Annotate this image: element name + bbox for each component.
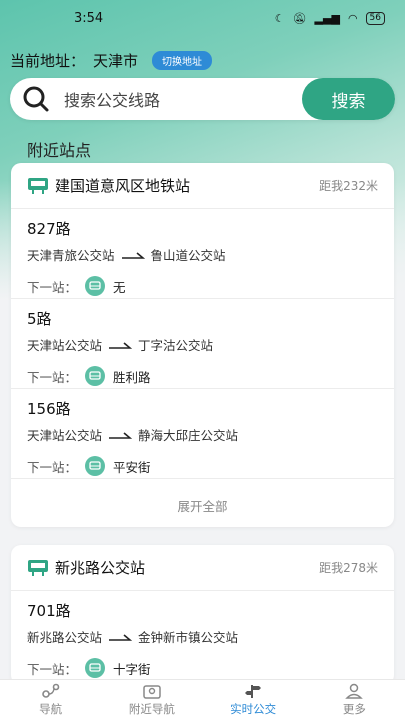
next-stop-row: 下一站： 无 <box>27 276 378 296</box>
search-icon <box>23 86 49 112</box>
next-stop-label: 下一站： <box>27 459 78 475</box>
moon-icon: ☾ <box>274 11 285 25</box>
mute-icon: 🔕︎ <box>292 11 307 25</box>
next-stop-label: 下一站： <box>27 661 78 677</box>
route-path: 新兆路公交站 金钟新市镇公交站 <box>27 627 378 646</box>
tab-label: 更多 <box>342 702 366 716</box>
route-path: 天津青旅公交站 鲁山道公交站 <box>27 245 378 264</box>
address-city: 天津市 <box>93 52 139 70</box>
section-title: 附近站点 <box>27 141 92 160</box>
signal-icon: ▂▄▆ <box>314 11 340 25</box>
station-card[interactable]: 建国道意风区地铁站 距我232米 827路 天津青旅公交站 鲁山道公交站 下一站… <box>11 163 394 527</box>
status-bar: 3:54 ☾ 🔕︎ ▂▄▆ ◠ 56 <box>0 0 405 36</box>
route-to: 鲁山道公交站 <box>150 248 226 263</box>
person-icon <box>345 683 364 699</box>
next-stop-name: 十字街 <box>113 661 151 677</box>
tab-navigation[interactable]: 导航 <box>0 680 101 720</box>
station-header[interactable]: 建国道意风区地铁站 距我232米 <box>11 163 394 209</box>
arrow-right-icon <box>109 633 133 641</box>
station-distance: 距我232米 <box>319 179 378 193</box>
route-item[interactable]: 827路 天津青旅公交站 鲁山道公交站 下一站： 无 <box>11 209 394 299</box>
next-stop-row: 下一站： 十字街 <box>27 658 378 678</box>
next-stop-name: 无 <box>113 279 126 295</box>
bus-icon <box>85 658 106 678</box>
arrow-right-icon <box>121 251 145 259</box>
battery-icon: 56 <box>365 11 385 25</box>
sign-post-icon <box>245 685 262 698</box>
route-icon <box>41 683 59 698</box>
search-input[interactable]: 搜索公交线路 <box>64 87 302 111</box>
expand-all-button[interactable]: 展开全部 <box>11 479 394 527</box>
tab-label: 附近导航 <box>128 702 175 716</box>
next-stop-label: 下一站： <box>27 279 78 295</box>
route-name: 701路 <box>27 602 71 620</box>
next-stop-row: 下一站： 胜利路 <box>27 366 378 386</box>
route-name: 827路 <box>27 220 71 238</box>
next-stop-label: 下一站： <box>27 369 78 385</box>
station-header[interactable]: 新兆路公交站 距我278米 <box>11 545 394 591</box>
bottom-tab-bar: 导航 附近导航 实时公交 更多 <box>0 679 405 720</box>
route-path: 天津站公交站 静海大邱庄公交站 <box>27 425 378 444</box>
route-name: 156路 <box>27 400 71 418</box>
route-from: 天津站公交站 <box>27 338 103 353</box>
station-name: 新兆路公交站 <box>55 559 146 577</box>
current-address: 当前地址： 天津市 切换地址 <box>10 50 213 71</box>
tab-label: 导航 <box>39 702 63 716</box>
search-button[interactable]: 搜索 <box>302 78 395 120</box>
arrow-right-icon <box>109 431 133 439</box>
switch-address-button[interactable]: 切换地址 <box>152 51 213 70</box>
tab-nearby-navigation[interactable]: 附近导航 <box>101 680 202 720</box>
route-item[interactable]: 701路 新兆路公交站 金钟新市镇公交站 下一站： 十字街 <box>11 591 394 681</box>
route-from: 新兆路公交站 <box>27 630 103 645</box>
route-name: 5路 <box>27 310 52 328</box>
route-from: 天津青旅公交站 <box>27 248 115 263</box>
route-from: 天津站公交站 <box>27 428 103 443</box>
arrow-right-icon <box>109 341 133 349</box>
tab-more[interactable]: 更多 <box>304 680 405 720</box>
tab-realtime-bus[interactable]: 实时公交 <box>203 680 304 720</box>
status-time: 3:54 <box>74 10 104 26</box>
bus-icon <box>85 366 106 386</box>
address-label: 当前地址： <box>10 52 86 70</box>
tab-label: 实时公交 <box>230 702 277 716</box>
route-to: 金钟新市镇公交站 <box>138 630 239 645</box>
bus-icon <box>85 276 106 296</box>
route-item[interactable]: 156路 天津站公交站 静海大邱庄公交站 下一站： 平安街 <box>11 389 394 479</box>
station-distance: 距我278米 <box>319 561 378 575</box>
route-path: 天津站公交站 丁字沽公交站 <box>27 335 378 354</box>
next-stop-name: 平安街 <box>113 459 151 475</box>
route-to: 静海大邱庄公交站 <box>138 428 239 443</box>
bus-stop-icon <box>28 177 48 194</box>
route-to: 丁字沽公交站 <box>138 338 214 353</box>
route-item[interactable]: 5路 天津站公交站 丁字沽公交站 下一站： 胜利路 <box>11 299 394 389</box>
wifi-icon: ◠ <box>347 11 358 25</box>
bus-stop-icon <box>28 559 48 576</box>
status-icons: ☾ 🔕︎ ▂▄▆ ◠ 56 <box>274 11 385 25</box>
station-name: 建国道意风区地铁站 <box>55 177 191 195</box>
bus-icon <box>85 456 106 476</box>
map-pin-icon <box>143 685 161 699</box>
next-stop-name: 胜利路 <box>113 369 151 385</box>
station-card[interactable]: 新兆路公交站 距我278米 701路 新兆路公交站 金钟新市镇公交站 下一站： … <box>11 545 394 685</box>
search-bar: 搜索公交线路 搜索 <box>10 78 395 120</box>
next-stop-row: 下一站： 平安街 <box>27 456 378 476</box>
